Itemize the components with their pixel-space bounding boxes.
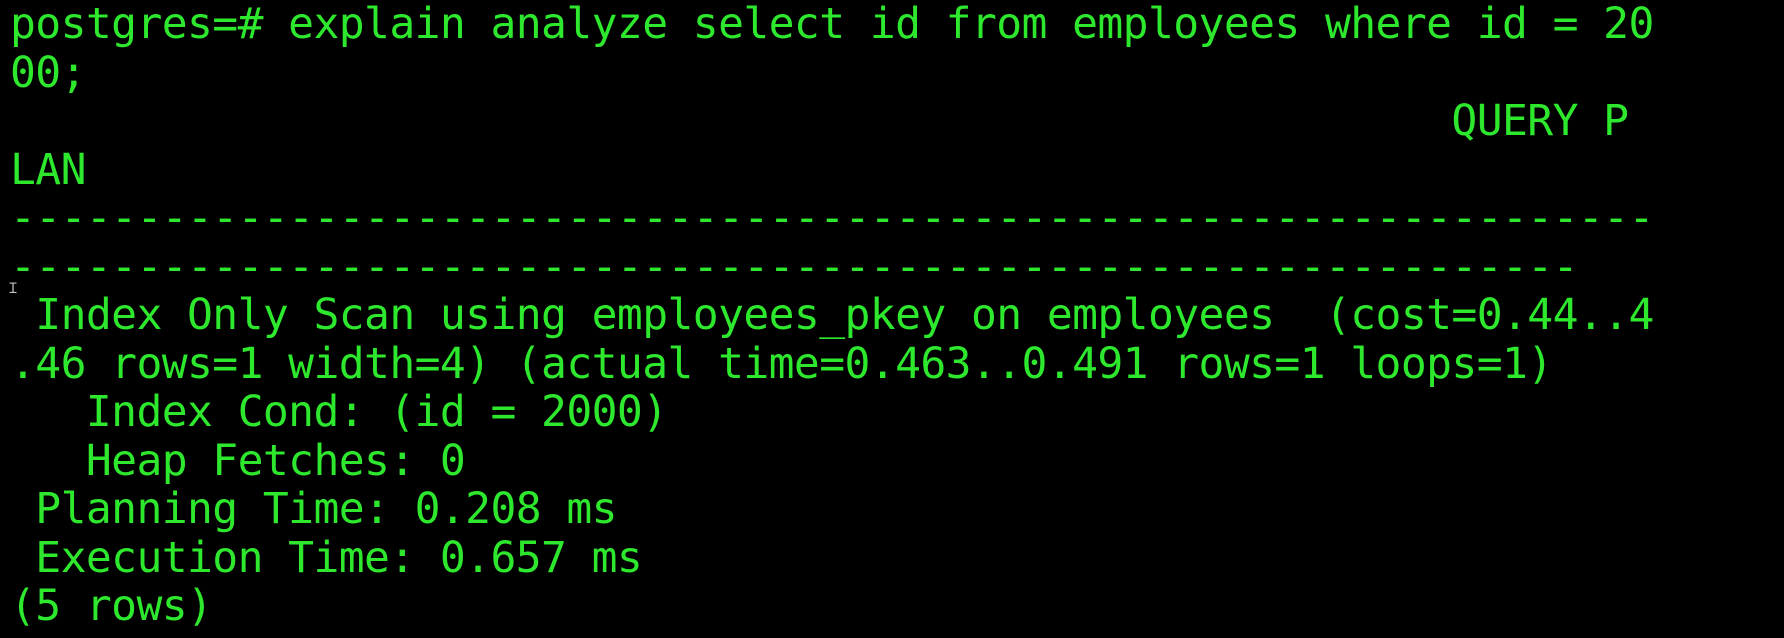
terminal-line-prompt: postgres=# explain analyze select id fro… xyxy=(10,0,1654,49)
terminal-line-planning-time: Planning Time: 0.208 ms xyxy=(10,484,617,534)
text-cursor-ibeam-icon: Ｉ xyxy=(6,281,20,297)
terminal-line-separator: ----------------------------------------… xyxy=(10,193,1654,243)
terminal-line-plan-scan: Index Only Scan using employees_pkey on … xyxy=(10,290,1654,340)
terminal-line-heap-fetches: Heap Fetches: 0 xyxy=(10,435,466,486)
terminal-line-prompt-wrap: 00; xyxy=(10,47,86,98)
terminal-line-row-count: (5 rows) xyxy=(10,581,213,631)
terminal-line-index-cond: Index Cond: (id = 2000) xyxy=(10,387,668,437)
terminal-line-execution-time: Execution Time: 0.657 ms xyxy=(10,532,643,583)
terminal-window[interactable]: postgres=# explain analyze select id fro… xyxy=(0,0,1784,638)
terminal-line-plan-scan-wrap: .46 rows=1 width=4) (actual time=0.463..… xyxy=(10,338,1553,389)
terminal-line-header: QUERY P xyxy=(10,96,1629,146)
terminal-line-separator-wrap: ----------------------------------------… xyxy=(10,241,1578,292)
terminal-line-header-wrap: LAN xyxy=(10,144,86,195)
